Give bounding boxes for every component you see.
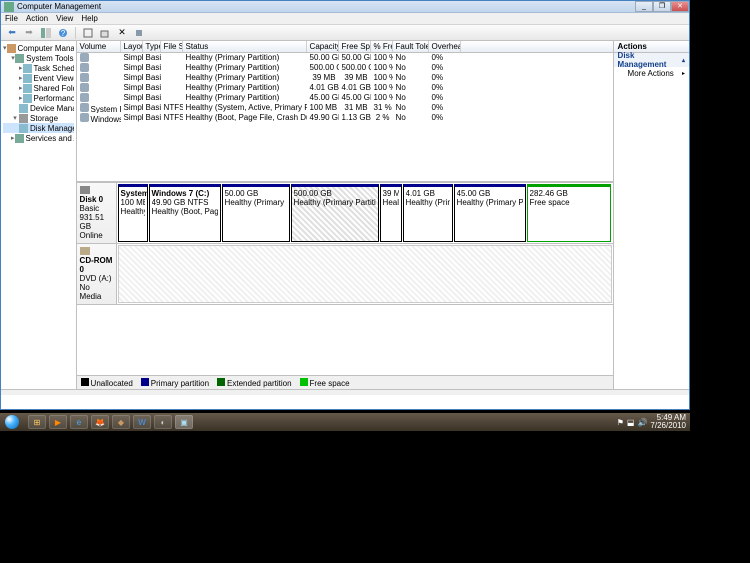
volume-row-3[interactable]: SimpleBasicHealthy (Primary Partition)4.… (77, 83, 613, 93)
tray-clock[interactable]: 5:49 AM 7/26/2010 (650, 414, 686, 430)
partition-6[interactable]: 45.00 GBHealthy (Primary Partition) (454, 184, 526, 242)
menu-view[interactable]: View (56, 14, 73, 23)
cdrom-name: CD-ROM 0 (80, 256, 113, 274)
back-button[interactable]: ⬅ (5, 26, 19, 40)
menu-action[interactable]: Action (26, 14, 48, 23)
svg-text:?: ? (61, 29, 66, 38)
tree-item-4[interactable]: ▸Shared Folders (3, 83, 74, 93)
col-pctfree[interactable]: % Free (371, 41, 393, 52)
tree-item-2[interactable]: ▸Task Scheduler (3, 63, 74, 73)
minimize-button[interactable]: _ (635, 1, 653, 12)
actions-disk-management[interactable]: Disk Management (614, 53, 689, 67)
volume-row-5[interactable]: System ReservedSimpleBasicNTFSHealthy (S… (77, 103, 613, 113)
legend-primary-swatch (141, 378, 149, 386)
windows-orb-icon (5, 415, 19, 429)
properties-button[interactable] (98, 26, 112, 40)
settings-button[interactable] (132, 26, 146, 40)
disk-icon (80, 186, 90, 194)
disk-0-status: Online (80, 231, 103, 240)
partition-2[interactable]: 50.00 GBHealthy (Primary Partition) (222, 184, 290, 242)
tree-item-5[interactable]: ▸Performance (3, 93, 74, 103)
taskbar-steam-icon[interactable]: ◐ (154, 415, 172, 429)
toolbar: ⬅ ➡ ? ✕ (1, 25, 689, 41)
tree-item-7[interactable]: ▾Storage (3, 113, 74, 123)
statusbar (1, 389, 689, 395)
menu-file[interactable]: File (5, 14, 18, 23)
cdrom-info[interactable]: CD-ROM 0 DVD (A:) No Media (77, 244, 117, 304)
volume-row-6[interactable]: Windows 7 (C:)SimpleBasicNTFSHealthy (Bo… (77, 113, 613, 123)
col-capacity[interactable]: Capacity (307, 41, 339, 52)
volume-row-4[interactable]: SimpleBasicHealthy (Primary Partition)45… (77, 93, 613, 103)
disk-graphical-view[interactable]: Disk 0 Basic 931.51 GB Online System Re1… (77, 181, 613, 375)
cdrom-icon (80, 247, 90, 255)
tree-item-3[interactable]: ▸Event Viewer (3, 73, 74, 83)
cdrom-row[interactable]: CD-ROM 0 DVD (A:) No Media (77, 244, 613, 305)
start-button[interactable] (0, 413, 24, 431)
col-layout[interactable]: Layout (121, 41, 143, 52)
volume-row-1[interactable]: SimpleBasicHealthy (Primary Partition)50… (77, 63, 613, 73)
computer-management-window: Computer Management _ ❐ ✕ File Action Vi… (0, 0, 690, 410)
disk-0-row[interactable]: Disk 0 Basic 931.51 GB Online System Re1… (77, 183, 613, 244)
col-status[interactable]: Status (183, 41, 307, 52)
legend-extended-swatch (217, 378, 225, 386)
partition-7[interactable]: 282.46 GBFree space (527, 184, 611, 242)
menu-help[interactable]: Help (81, 14, 97, 23)
taskbar[interactable]: ⊞ ▶ e 🦊 ◆ W ◐ ▣ ⚑ ⬓ 🔊 5:49 AM 7/26/2010 (0, 413, 690, 431)
disk-0-size: 931.51 GB (80, 213, 104, 231)
volume-list[interactable]: Volume Layout Type File System Status Ca… (77, 41, 613, 181)
col-freespace[interactable]: Free Space (339, 41, 371, 52)
col-volume[interactable]: Volume (77, 41, 121, 52)
titlebar[interactable]: Computer Management _ ❐ ✕ (1, 1, 689, 13)
partition-4[interactable]: 39 MBHealthy (380, 184, 402, 242)
tray-network-icon[interactable]: ⬓ (627, 418, 635, 427)
volume-list-header[interactable]: Volume Layout Type File System Status Ca… (77, 41, 613, 53)
col-overhead[interactable]: Overhead (429, 41, 461, 52)
tray-flag-icon[interactable]: ⚑ (617, 418, 624, 427)
cdrom-status: No Media (80, 283, 102, 301)
tray-volume-icon[interactable]: 🔊 (637, 418, 647, 427)
volume-row-0[interactable]: SimpleBasicHealthy (Primary Partition)50… (77, 53, 613, 63)
window-title: Computer Management (17, 2, 635, 11)
help-button[interactable]: ? (56, 26, 70, 40)
legend: Unallocated Primary partition Extended p… (77, 375, 613, 389)
partition-0[interactable]: System Re100 MB NTHealthy (S (118, 184, 148, 242)
col-faulttol[interactable]: Fault Tolerance (393, 41, 429, 52)
tree-item-0[interactable]: ▾Computer Management (Local (3, 43, 74, 53)
taskbar-wmp-icon[interactable]: ▶ (49, 415, 67, 429)
legend-unallocated-swatch (81, 378, 89, 386)
show-hide-tree-button[interactable] (39, 26, 53, 40)
actions-pane: Actions Disk Management More Actions (614, 41, 689, 389)
tree-item-6[interactable]: Device Manager (3, 103, 74, 113)
partition-5[interactable]: 4.01 GBHealthy (Primary Parti (403, 184, 453, 242)
taskbar-word-icon[interactable]: W (133, 415, 151, 429)
taskbar-explorer-icon[interactable]: ⊞ (28, 415, 46, 429)
taskbar-ie-icon[interactable]: e (70, 415, 88, 429)
tree-item-1[interactable]: ▾System Tools (3, 53, 74, 63)
disk-0-name: Disk 0 (80, 195, 113, 204)
col-type[interactable]: Type (143, 41, 161, 52)
app-icon (4, 2, 14, 12)
delete-button[interactable]: ✕ (115, 26, 129, 40)
taskbar-firefox-icon[interactable]: 🦊 (91, 415, 109, 429)
tree-item-8[interactable]: Disk Management (3, 123, 74, 133)
legend-free-swatch (300, 378, 308, 386)
forward-button: ➡ (22, 26, 36, 40)
cdrom-type: DVD (A:) (80, 274, 112, 283)
taskbar-compmgmt-icon[interactable]: ▣ (175, 415, 193, 429)
refresh-button[interactable] (81, 26, 95, 40)
disk-0-type: Basic (80, 204, 100, 213)
navigation-tree[interactable]: ▾Computer Management (Local▾System Tools… (1, 41, 77, 389)
disk-0-info[interactable]: Disk 0 Basic 931.51 GB Online (77, 183, 117, 243)
close-button[interactable]: ✕ (671, 1, 689, 12)
taskbar-app-icon[interactable]: ◆ (112, 415, 130, 429)
tree-item-9[interactable]: ▸Services and Applications (3, 133, 74, 143)
partition-1[interactable]: Windows 7 (C:)49.90 GB NTFSHealthy (Boot… (149, 184, 221, 242)
col-filesystem[interactable]: File System (161, 41, 183, 52)
menubar: File Action View Help (1, 13, 689, 25)
maximize-button[interactable]: ❐ (653, 1, 671, 12)
no-media-region (118, 245, 612, 303)
partition-3[interactable]: 500.00 GBHealthy (Primary Partition) (291, 184, 379, 242)
volume-row-2[interactable]: SimpleBasicHealthy (Primary Partition)39… (77, 73, 613, 83)
